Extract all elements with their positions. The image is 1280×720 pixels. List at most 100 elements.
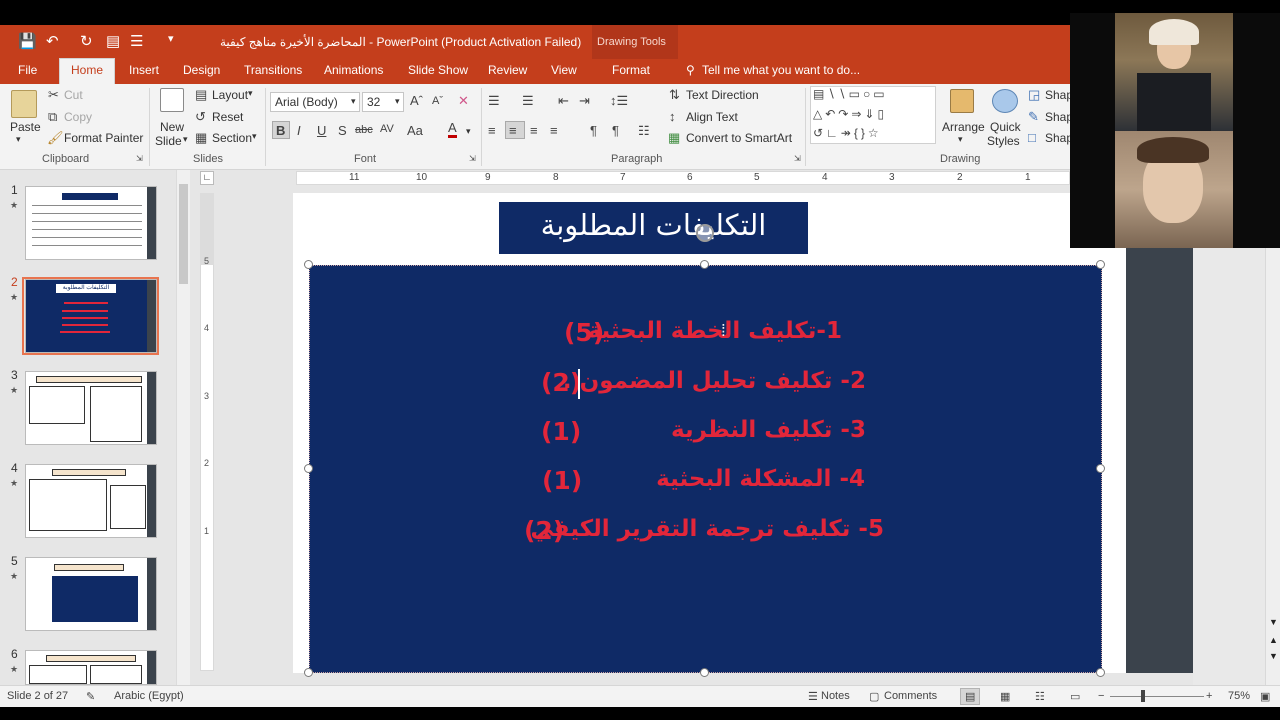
resize-handle[interactable]: [304, 668, 313, 677]
arrange-button[interactable]: Arrange: [942, 120, 985, 134]
tab-insert[interactable]: Insert: [129, 63, 159, 77]
resize-handle[interactable]: [700, 668, 709, 677]
thumbnail-scroll-thumb[interactable]: [179, 184, 188, 284]
bullet-item-count[interactable]: (2): [524, 516, 564, 545]
shape-effects-button[interactable]: Shap: [1045, 131, 1073, 145]
new-slide-icon[interactable]: [160, 88, 184, 112]
arrange-icon[interactable]: [950, 89, 974, 113]
font-color-icon[interactable]: A: [448, 121, 457, 138]
rotate-handle-icon[interactable]: [696, 224, 714, 242]
bullet-item-text[interactable]: 1-تكليف الخطة البحثية: [588, 318, 842, 344]
start-slideshow-icon[interactable]: ▤: [106, 32, 120, 50]
character-spacing-icon[interactable]: AV: [380, 123, 394, 135]
redo-icon[interactable]: ↻: [80, 32, 93, 50]
notes-icon[interactable]: ☰: [808, 690, 818, 703]
decrease-indent-icon[interactable]: ⇤: [558, 93, 569, 109]
shrink-font-icon[interactable]: Aˇ: [432, 95, 443, 107]
tell-me-search[interactable]: Tell me what you want to do...: [702, 63, 860, 77]
align-center-icon[interactable]: ≡: [509, 123, 517, 138]
notes-button[interactable]: Notes: [821, 690, 850, 702]
bullet-item-count[interactable]: (5): [564, 318, 604, 347]
underline-icon[interactable]: U: [317, 123, 326, 138]
next-slide-icon[interactable]: ▼: [1269, 651, 1278, 661]
previous-slide-icon[interactable]: ▲: [1269, 635, 1278, 645]
bullet-item-count[interactable]: (1): [541, 417, 581, 446]
copy-icon[interactable]: ⧉: [48, 109, 57, 125]
grow-font-icon[interactable]: Aˆ: [410, 93, 423, 108]
zoom-out-icon[interactable]: −: [1098, 690, 1104, 702]
quick-styles-icon[interactable]: [992, 89, 1018, 113]
new-slide-dropdown-icon[interactable]: ▾: [183, 134, 188, 145]
numbering-icon[interactable]: ☰: [522, 93, 534, 109]
shape-outline-button[interactable]: Shap: [1045, 110, 1073, 124]
slide-thumbnail[interactable]: [25, 557, 157, 631]
tab-animations[interactable]: Animations: [324, 63, 383, 77]
smartart-icon[interactable]: ▦: [668, 130, 680, 146]
new-slide-button-line2[interactable]: Slide: [155, 134, 182, 148]
bullets-qat-icon[interactable]: ☰: [130, 32, 143, 50]
align-text-icon[interactable]: ↕: [669, 109, 676, 124]
resize-handle[interactable]: [1096, 668, 1105, 677]
undo-icon[interactable]: ↶: [46, 32, 59, 50]
tab-slide-show[interactable]: Slide Show: [408, 63, 468, 77]
bullets-icon[interactable]: ☰: [488, 93, 500, 109]
save-icon[interactable]: 💾: [18, 32, 37, 50]
shapes-row3-icon[interactable]: ↺∟↠{}☆: [813, 126, 882, 140]
bullet-item-count[interactable]: (2): [541, 368, 581, 397]
shape-outline-icon[interactable]: ✎: [1028, 109, 1039, 125]
fit-to-window-icon[interactable]: ▣: [1260, 690, 1270, 703]
justify-icon[interactable]: ≡: [550, 123, 558, 138]
font-name-box[interactable]: Arial (Body): [270, 92, 360, 112]
slide-title[interactable]: التكليفات المطلوبة: [499, 202, 808, 254]
bullet-item-text[interactable]: 3- تكليف النظرية: [671, 417, 866, 443]
language-indicator[interactable]: Arabic (Egypt): [114, 690, 184, 702]
layout-button[interactable]: Layout: [212, 88, 248, 102]
slide-thumbnail[interactable]: [25, 650, 157, 685]
resize-handle[interactable]: [304, 464, 313, 473]
shapes-row1-icon[interactable]: ▤∖∖▭○▭: [813, 87, 888, 101]
font-launcher-icon[interactable]: ⇲: [469, 154, 476, 163]
tab-view[interactable]: View: [551, 63, 577, 77]
quick-styles-button-line1[interactable]: Quick: [990, 120, 1021, 134]
slide-sorter-icon[interactable]: ▦: [1000, 690, 1010, 703]
resize-handle[interactable]: [1096, 464, 1105, 473]
zoom-in-icon[interactable]: +: [1206, 690, 1212, 702]
resize-handle[interactable]: [304, 260, 313, 269]
shape-effects-icon[interactable]: □: [1028, 130, 1036, 145]
font-color-dropdown-icon[interactable]: ▾: [466, 126, 471, 137]
align-right-icon[interactable]: ≡: [530, 123, 538, 138]
italic-icon[interactable]: I: [297, 123, 301, 138]
clear-formatting-icon[interactable]: ✕: [458, 93, 469, 109]
font-name-dropdown-icon[interactable]: ▾: [351, 96, 356, 107]
customize-qat-icon[interactable]: ▾: [168, 32, 174, 45]
text-direction-icon[interactable]: ⇅: [669, 87, 680, 103]
tab-design[interactable]: Design: [183, 63, 220, 77]
format-painter-icon[interactable]: 🖌: [47, 130, 64, 146]
thumbnail-scrollbar[interactable]: [176, 170, 190, 685]
resize-handle[interactable]: [1096, 260, 1105, 269]
comments-button[interactable]: Comments: [884, 690, 937, 702]
layout-icon[interactable]: ▤: [195, 87, 207, 103]
text-direction-button[interactable]: Text Direction: [686, 88, 759, 102]
change-case-icon[interactable]: Aa: [407, 123, 423, 138]
cut-icon[interactable]: ✂: [48, 87, 59, 103]
tab-format[interactable]: Format: [612, 63, 650, 77]
reset-button[interactable]: Reset: [212, 110, 243, 124]
bullet-item-count[interactable]: (1): [542, 466, 582, 495]
shape-fill-button[interactable]: Shap: [1045, 88, 1073, 102]
zoom-slider-thumb[interactable]: [1141, 690, 1145, 702]
reading-view-icon[interactable]: ☷: [1035, 690, 1045, 703]
tab-transitions[interactable]: Transitions: [244, 63, 302, 77]
align-left-icon[interactable]: ≡: [488, 123, 496, 138]
bullet-item-text[interactable]: 2- تكليف تحليل المضمون .: [563, 368, 866, 394]
copy-button[interactable]: Copy: [64, 110, 92, 124]
tab-selector-icon[interactable]: ∟: [200, 171, 214, 185]
align-text-button[interactable]: Align Text: [686, 110, 738, 124]
tab-home[interactable]: Home: [71, 63, 103, 77]
paste-button[interactable]: Paste: [10, 120, 41, 134]
cut-button[interactable]: Cut: [64, 88, 83, 102]
line-spacing-icon[interactable]: ↕☰: [610, 93, 628, 109]
quick-styles-button-line2[interactable]: Styles: [987, 134, 1020, 148]
spelling-icon[interactable]: ✎: [86, 690, 95, 703]
increase-indent-icon[interactable]: ⇥: [579, 93, 590, 109]
